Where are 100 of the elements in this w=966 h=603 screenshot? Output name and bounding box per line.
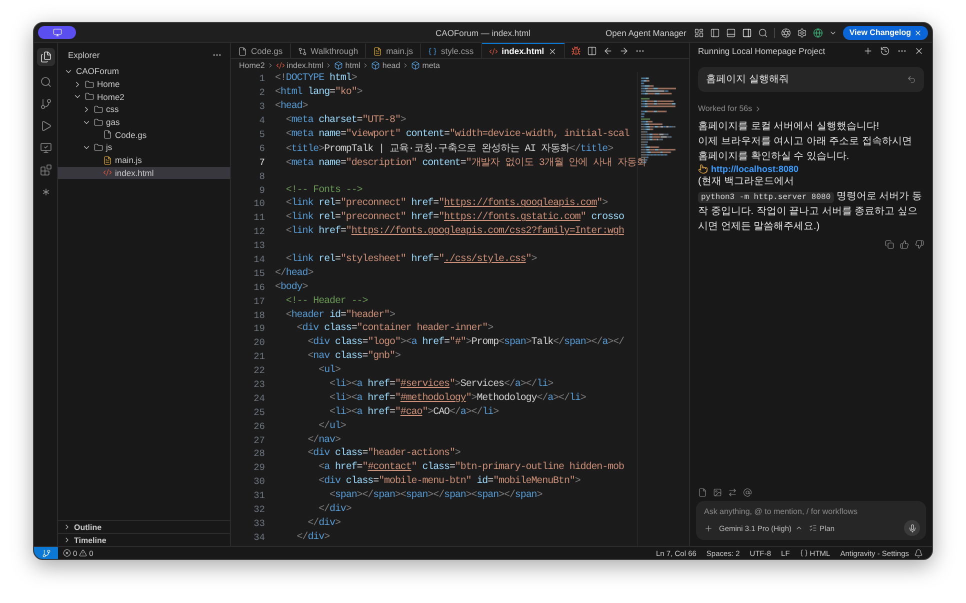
undo-icon[interactable] <box>907 75 916 84</box>
thumbs-up-icon[interactable] <box>900 240 909 249</box>
monitor-icon[interactable] <box>52 28 62 37</box>
file-item[interactable]: Code.gs <box>58 128 230 142</box>
worked-duration[interactable]: Worked for 56s <box>698 104 752 113</box>
breadcrumb-item[interactable]: meta <box>411 61 440 70</box>
breadcrumb-item[interactable]: head <box>371 61 400 70</box>
line-number: 34 <box>252 532 265 543</box>
folder-icon <box>94 104 103 114</box>
remote-icon <box>42 548 50 558</box>
left-panel-icon[interactable] <box>710 28 720 38</box>
sidebar-toggle-button[interactable] <box>38 26 76 39</box>
code-line: </div> <box>306 518 340 529</box>
file-icon[interactable] <box>698 488 707 497</box>
forward-icon[interactable] <box>619 46 630 56</box>
js-file-icon <box>373 46 382 56</box>
line-number: 17 <box>252 296 265 307</box>
breadcrumb-item[interactable]: html <box>334 61 360 70</box>
remote-button[interactable] <box>34 547 58 559</box>
code-line: <head> <box>275 101 308 112</box>
breadcrumb-item[interactable]: Home2 <box>239 61 265 70</box>
explorer-button[interactable] <box>36 48 54 66</box>
line-number: 18 <box>252 310 265 321</box>
changelog-button[interactable]: View Changelog <box>843 26 928 40</box>
history-icon[interactable] <box>880 46 890 56</box>
cube-icon <box>334 61 344 70</box>
copy-icon[interactable] <box>885 240 894 249</box>
file-item[interactable]: index.html <box>58 166 230 180</box>
thumbs-down-icon[interactable] <box>915 240 924 249</box>
line-number: 21 <box>252 351 265 362</box>
add-icon[interactable] <box>704 524 713 532</box>
code-line: </head> <box>275 268 314 279</box>
code-line: <span></span><span></span><span></span> <box>328 490 542 502</box>
js-file-icon <box>103 156 112 165</box>
breadcrumb-item[interactable]: index.html <box>276 61 324 70</box>
line-number: 32 <box>252 504 265 516</box>
bottom-panel-icon[interactable] <box>726 28 736 38</box>
code-line: <a href="#contact" class="btn-primary-outline hidden-mob <box>318 462 624 474</box>
code-line: </div> <box>296 532 330 543</box>
localhost-link[interactable]: http://localhost:8080 <box>711 164 799 174</box>
line-number: 1 <box>258 73 265 84</box>
code-line: <li><a href="#cao">CAO</a></li> <box>328 406 499 418</box>
file-icon <box>103 130 112 140</box>
editor-tab[interactable]: index.html <box>482 43 566 58</box>
code-line: <li><a href="#services">Services</a></li> <box>328 379 554 390</box>
folder-icon <box>94 142 103 152</box>
folder-item[interactable]: Home <box>58 78 230 90</box>
split-editor-icon[interactable] <box>587 46 598 56</box>
line-number: 2 <box>258 87 265 98</box>
html-file-icon <box>103 168 112 178</box>
chat-input[interactable]: Ask anything, @ to mention, / for workflows <box>704 507 920 516</box>
code-line: <ul> <box>318 365 340 376</box>
source-control-icon[interactable] <box>40 98 52 110</box>
microphone-button[interactable] <box>904 520 920 536</box>
folder-item[interactable]: gas <box>58 116 230 128</box>
folder-item[interactable]: js <box>58 141 230 154</box>
remote-explorer-icon[interactable] <box>40 142 52 154</box>
folder-item[interactable]: Home2 <box>58 90 230 104</box>
code-line: <body> <box>275 282 308 293</box>
files-icon <box>40 51 52 63</box>
back-icon[interactable] <box>603 46 614 56</box>
chevron-right-icon <box>266 62 274 69</box>
panel-section-header[interactable]: Outline <box>58 520 230 533</box>
code-line: <!-- Fonts --> <box>284 184 362 196</box>
aperture-icon[interactable] <box>781 28 792 38</box>
transfer-icon[interactable] <box>728 488 737 497</box>
editor-tab[interactable]: Walkthrough <box>290 43 366 58</box>
globe-icon[interactable] <box>813 28 824 38</box>
warning-icon <box>79 549 88 557</box>
close-icon[interactable] <box>548 46 558 56</box>
notification-icon[interactable] <box>914 548 923 558</box>
bug-icon[interactable] <box>571 46 582 56</box>
mention-icon[interactable] <box>743 488 752 497</box>
new-chat-icon[interactable] <box>863 46 873 56</box>
folder-item[interactable]: CAOForum <box>58 65 230 78</box>
line-number: 14 <box>252 254 265 266</box>
image-icon[interactable] <box>713 488 722 497</box>
code-line: </div> <box>318 504 352 516</box>
search-icon[interactable] <box>40 76 52 88</box>
folder-item[interactable]: css <box>58 103 230 116</box>
right-panel-icon[interactable] <box>742 28 752 38</box>
line-number: 31 <box>252 490 265 502</box>
code-line: </ul> <box>318 420 346 432</box>
code-line: <link rel="preconnect" href="https://fonts.gstatic.com" crosso <box>284 212 624 224</box>
code-line: <nav class="gnb"> <box>306 351 400 362</box>
code-line: <meta charset="UTF-8"> <box>284 115 406 126</box>
agent-manager-link[interactable]: Open Agent Manager <box>606 28 686 38</box>
file-item[interactable]: main.js <box>58 154 230 166</box>
line-number: 15 <box>252 268 265 279</box>
reply-text: 홈페이지를 로컬 서버에서 실행했습니다! <box>698 120 880 134</box>
code-line: <header id="header"> <box>284 310 395 321</box>
extensions-icon[interactable] <box>40 164 52 176</box>
error-icon <box>63 549 71 557</box>
layout-icon[interactable] <box>694 28 704 38</box>
search-icon[interactable] <box>758 28 768 38</box>
settings-icon[interactable] <box>797 28 808 38</box>
close-icon[interactable] <box>914 46 924 56</box>
folder-icon <box>85 80 94 89</box>
run-debug-icon[interactable] <box>40 120 52 132</box>
line-number: 11 <box>252 212 265 224</box>
